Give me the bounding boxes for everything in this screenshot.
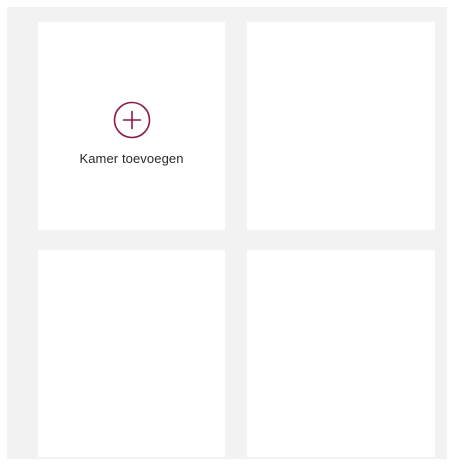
plus-circle-icon — [113, 101, 150, 139]
rooms-grid: Kamer toevoegen — [7, 7, 447, 459]
add-room-label: Kamer toevoegen — [79, 151, 184, 166]
room-placeholder-card — [247, 250, 435, 457]
add-room-card[interactable]: Kamer toevoegen — [38, 22, 225, 230]
room-placeholder-card — [247, 22, 435, 230]
room-placeholder-card — [38, 250, 225, 457]
